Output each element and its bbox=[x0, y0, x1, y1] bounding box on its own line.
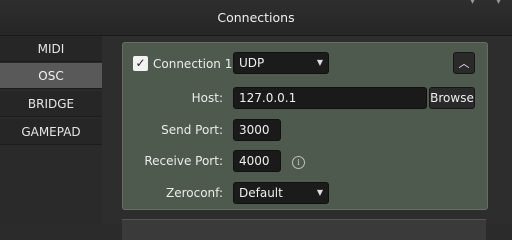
connection-enabled-checkbox[interactable]: ✓ bbox=[133, 56, 148, 71]
next-connection-panel bbox=[122, 219, 486, 240]
check-icon: ✓ bbox=[135, 56, 146, 70]
scrollbar[interactable] bbox=[504, 36, 512, 224]
browse-button[interactable]: Browse bbox=[429, 87, 475, 109]
window-titlebar: ▾ ▾ Connections bbox=[0, 0, 512, 36]
send-port-label: Send Port: bbox=[161, 123, 223, 137]
connection-panel: ✓ Connection 1 UDP ▼ ︿ Host: 127.0.0.1 B… bbox=[122, 42, 488, 210]
sidebar-item-osc[interactable]: OSC bbox=[0, 63, 102, 89]
dropdown-arrow-icon: ▼ bbox=[316, 188, 323, 197]
chevron-up-icon: ︿ bbox=[458, 57, 470, 70]
protocol-select[interactable]: UDP ▼ bbox=[233, 52, 329, 74]
dropdown-arrow-icon: ▼ bbox=[316, 58, 323, 67]
protocol-value: UDP bbox=[239, 56, 265, 70]
receive-port-input[interactable]: 4000 bbox=[233, 150, 281, 172]
receive-port-label: Receive Port: bbox=[144, 154, 223, 168]
host-label: Host: bbox=[191, 91, 223, 105]
zeroconf-label: Zeroconf: bbox=[166, 186, 223, 200]
window-title: Connections bbox=[217, 10, 295, 25]
sidebar-item-bridge[interactable]: BRIDGE bbox=[0, 91, 102, 117]
sidebar-item-midi[interactable]: MIDI bbox=[0, 36, 102, 62]
send-port-input[interactable]: 3000 bbox=[233, 119, 281, 141]
window-control-icon[interactable]: ▾ bbox=[470, 0, 482, 7]
sidebar-item-gamepad[interactable]: GAMEPAD bbox=[0, 119, 102, 145]
window-control-icon[interactable]: ▾ bbox=[496, 0, 508, 7]
connection-name-label: Connection 1 bbox=[153, 57, 233, 71]
zeroconf-select[interactable]: Default ▼ bbox=[233, 182, 329, 204]
host-input[interactable]: 127.0.0.1 bbox=[233, 87, 427, 109]
info-icon[interactable]: i bbox=[292, 156, 305, 169]
sidebar: MIDI OSC BRIDGE GAMEPAD bbox=[0, 36, 102, 224]
main-content: ✓ Connection 1 UDP ▼ ︿ Host: 127.0.0.1 B… bbox=[102, 36, 512, 240]
collapse-button[interactable]: ︿ bbox=[453, 52, 475, 74]
zeroconf-value: Default bbox=[239, 186, 283, 200]
